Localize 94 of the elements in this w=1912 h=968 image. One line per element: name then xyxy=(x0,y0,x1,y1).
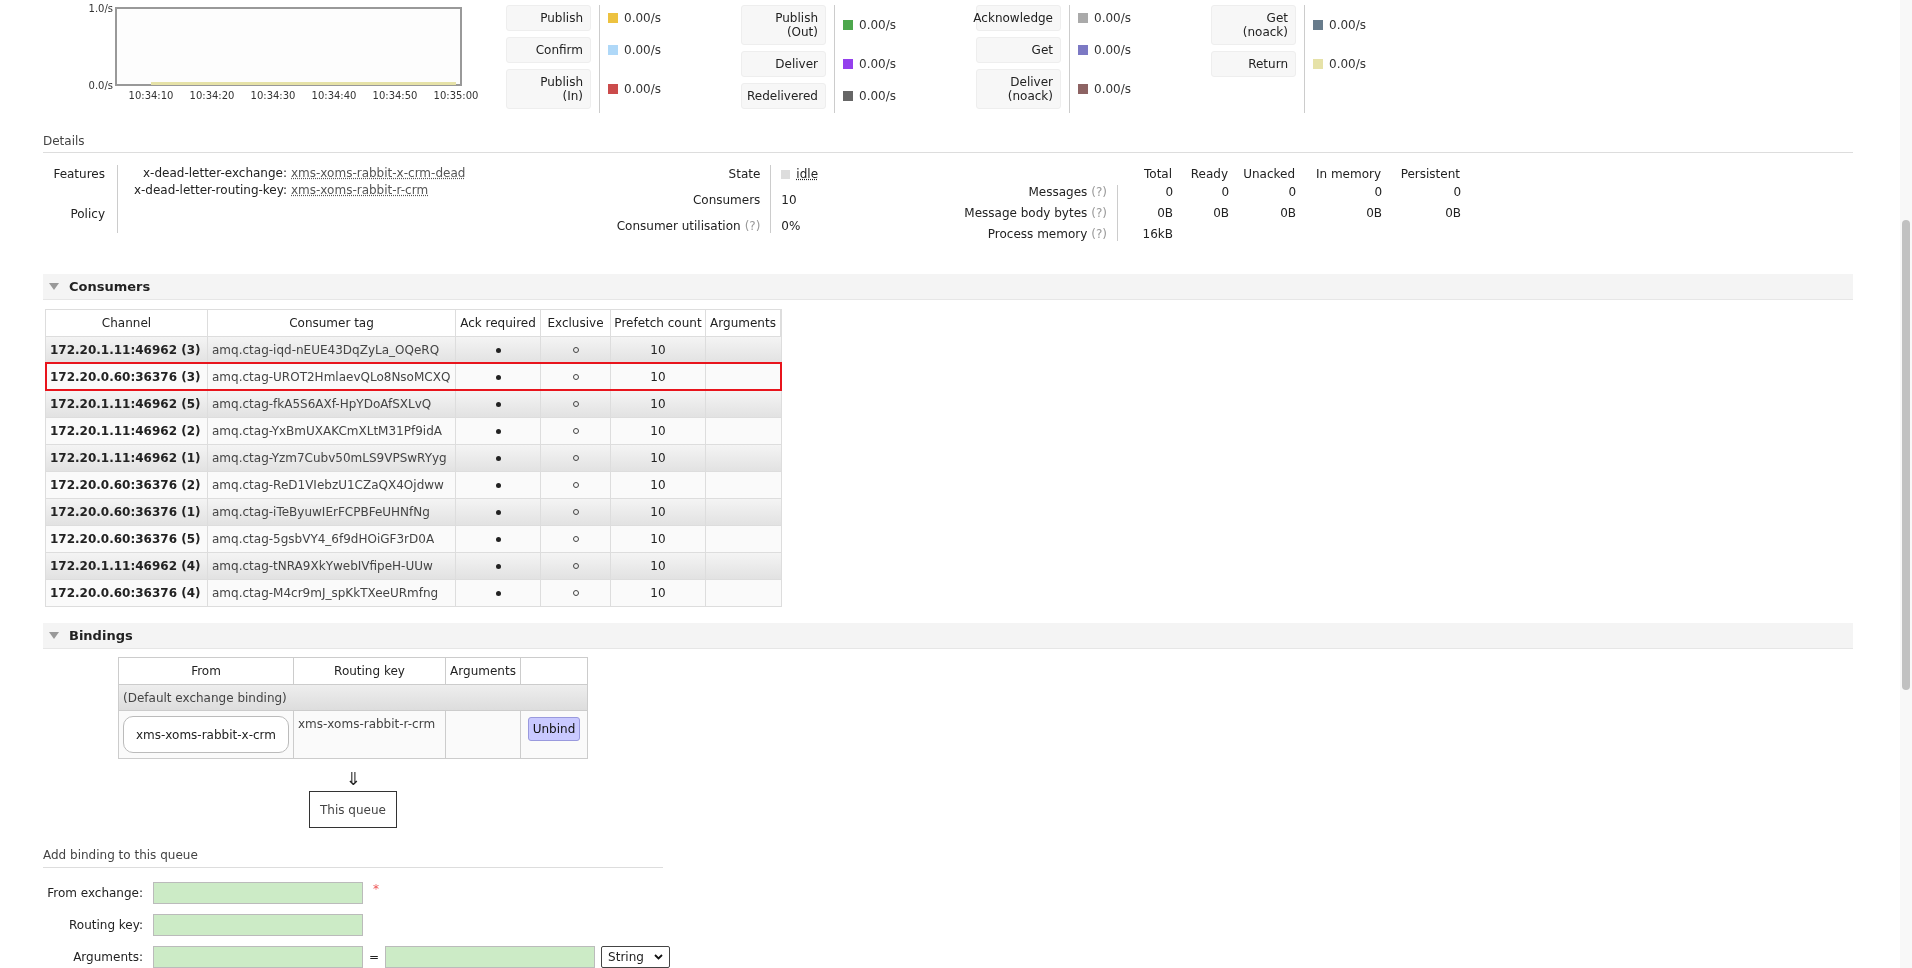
metric-number: 0 xyxy=(1373,185,1383,200)
column-header: Ready xyxy=(1189,166,1229,184)
metric-value: 0.00/s xyxy=(859,56,896,73)
metric-number: 0B xyxy=(1156,206,1174,221)
argument-key: x-dead-letter-routing-key: xyxy=(124,182,291,200)
column-header: In memory xyxy=(1314,166,1382,184)
consumer-tag-cell: amq.ctag-UROT2HmlaevQLo8NsoMCXQ xyxy=(208,364,456,390)
argument-key: x-dead-letter-exchange: xyxy=(124,165,291,183)
metric-value: 0.00/s xyxy=(859,17,896,34)
scrollbar-thumb[interactable] xyxy=(1902,220,1910,690)
prefetch-cell: 10 xyxy=(611,580,706,606)
unbind-button[interactable]: Unbind xyxy=(527,717,581,741)
chevron-down-icon xyxy=(653,954,663,960)
axis-tick-label: 0.0/s xyxy=(88,80,113,91)
state-value: idle xyxy=(796,166,819,184)
metric-number: 0B xyxy=(1212,206,1230,221)
section-title: Consumers xyxy=(69,277,151,296)
argument-value: xms-xoms-rabbit-x-crm-dead xyxy=(291,165,466,183)
metric-value: 0.00/s xyxy=(624,42,661,59)
axis-tick-label: 10:34:20 xyxy=(189,90,235,101)
column-header: Persistent xyxy=(1399,166,1461,184)
consumers-label: Consumers xyxy=(692,192,761,210)
required-mark: * xyxy=(373,881,379,898)
consumer-tag-cell: amq.ctag-M4cr9mJ_spKkTXeeURmfng xyxy=(208,580,456,606)
state-square-icon xyxy=(781,169,791,179)
metric-number: 0 xyxy=(1452,185,1462,200)
exchange-pill[interactable]: xms-xoms-rabbit-x-crm xyxy=(123,716,289,753)
metric-value: 0.00/s xyxy=(624,10,661,27)
metric-toggle[interactable]: Publish xyxy=(506,5,591,31)
state-label: State xyxy=(728,166,761,184)
axis-tick-label: 10:34:10 xyxy=(128,90,174,101)
metric-value: 0.00/s xyxy=(859,88,896,105)
channel-cell: 172.20.0.60:36376 (4) xyxy=(46,580,208,606)
field-label: From exchange: xyxy=(46,885,144,902)
axis-tick-label: 10:34:40 xyxy=(311,90,357,101)
metric-toggle[interactable]: Return xyxy=(1211,51,1296,77)
metric-number: 0B xyxy=(1444,206,1462,221)
metric-value: 0.00/s xyxy=(1094,10,1131,27)
axis-tick-label: 10:34:50 xyxy=(372,90,418,101)
metric-value: 0.00/s xyxy=(1094,81,1131,98)
axis-tick-label: 1.0/s xyxy=(88,3,113,14)
metric-toggle[interactable]: Publish (In) xyxy=(506,69,591,109)
scrollbar[interactable] xyxy=(1900,0,1912,968)
metric-toggle[interactable]: Deliver (noack) xyxy=(976,69,1061,109)
argument-key-field[interactable] xyxy=(153,946,363,968)
metric-value: 0.00/s xyxy=(1329,56,1366,73)
section-header[interactable]: Bindings xyxy=(43,623,1853,649)
metric-toggle[interactable]: Confirm xyxy=(506,37,591,63)
utilisation-value: 0% xyxy=(781,218,802,236)
section-header[interactable]: Consumers xyxy=(43,274,1853,300)
equals-sign: = xyxy=(369,949,380,966)
metric-number: 0 xyxy=(1287,185,1297,200)
metric-value: 0.00/s xyxy=(1094,42,1131,59)
channel-cell: 172.20.0.60:36376 (3) xyxy=(46,364,208,390)
metric-number: 0B xyxy=(1279,206,1297,221)
section-title: Bindings xyxy=(69,626,133,645)
axis-tick-label: 10:35:00 xyxy=(433,90,479,101)
down-arrow: ⇓ xyxy=(345,769,361,789)
routing-key-cell: xms-xoms-rabbit-r-crm xyxy=(294,711,446,758)
metric-number: 0B xyxy=(1365,206,1383,221)
argument-value-field[interactable] xyxy=(385,946,596,968)
default-binding-row: (Default exchange binding) xyxy=(119,684,587,710)
metric-toggle[interactable]: Redelivered xyxy=(741,83,826,109)
metric-label: Message body bytes xyxy=(964,206,1088,221)
metric-number: 16kB xyxy=(1141,227,1174,242)
argument-value: xms-xoms-rabbit-r-crm xyxy=(291,182,429,200)
queue-node: This queue xyxy=(309,791,397,828)
utilisation-label: Consumer utilisation xyxy=(616,218,741,236)
details-heading: Details xyxy=(43,132,1853,154)
metric-label: Process memory xyxy=(987,227,1088,242)
metric-toggle[interactable]: Get (noack) xyxy=(1211,5,1296,45)
metric-number: 0 xyxy=(1220,185,1230,200)
collapse-triangle-icon xyxy=(49,283,59,291)
text-field[interactable] xyxy=(153,914,363,936)
field-label: Arguments: xyxy=(72,949,144,966)
metric-value: 0.00/s xyxy=(1329,17,1366,34)
column-header: Total xyxy=(1143,166,1173,184)
field-label: Routing key: xyxy=(68,917,144,934)
text-field[interactable] xyxy=(153,882,363,904)
column-header: Unacked xyxy=(1242,166,1296,184)
metric-toggle[interactable]: Deliver xyxy=(741,51,826,77)
collapse-triangle-icon xyxy=(49,632,59,639)
metric-value: 0.00/s xyxy=(624,81,661,98)
prefetch-cell: 10 xyxy=(611,364,706,390)
metric-toggle[interactable]: Publish (Out) xyxy=(741,5,826,45)
consumers-value: 10 xyxy=(781,192,798,210)
policy-label: Policy xyxy=(70,206,105,224)
type-select[interactable]: String xyxy=(601,946,670,968)
metric-number: 0 xyxy=(1164,185,1174,200)
features-label: Features xyxy=(53,166,105,184)
metric-toggle[interactable]: Get xyxy=(976,37,1061,63)
form-heading: Add binding to this queue xyxy=(43,846,663,868)
axis-tick-label: 10:34:30 xyxy=(250,90,296,101)
metric-label: Messages xyxy=(1028,185,1088,200)
